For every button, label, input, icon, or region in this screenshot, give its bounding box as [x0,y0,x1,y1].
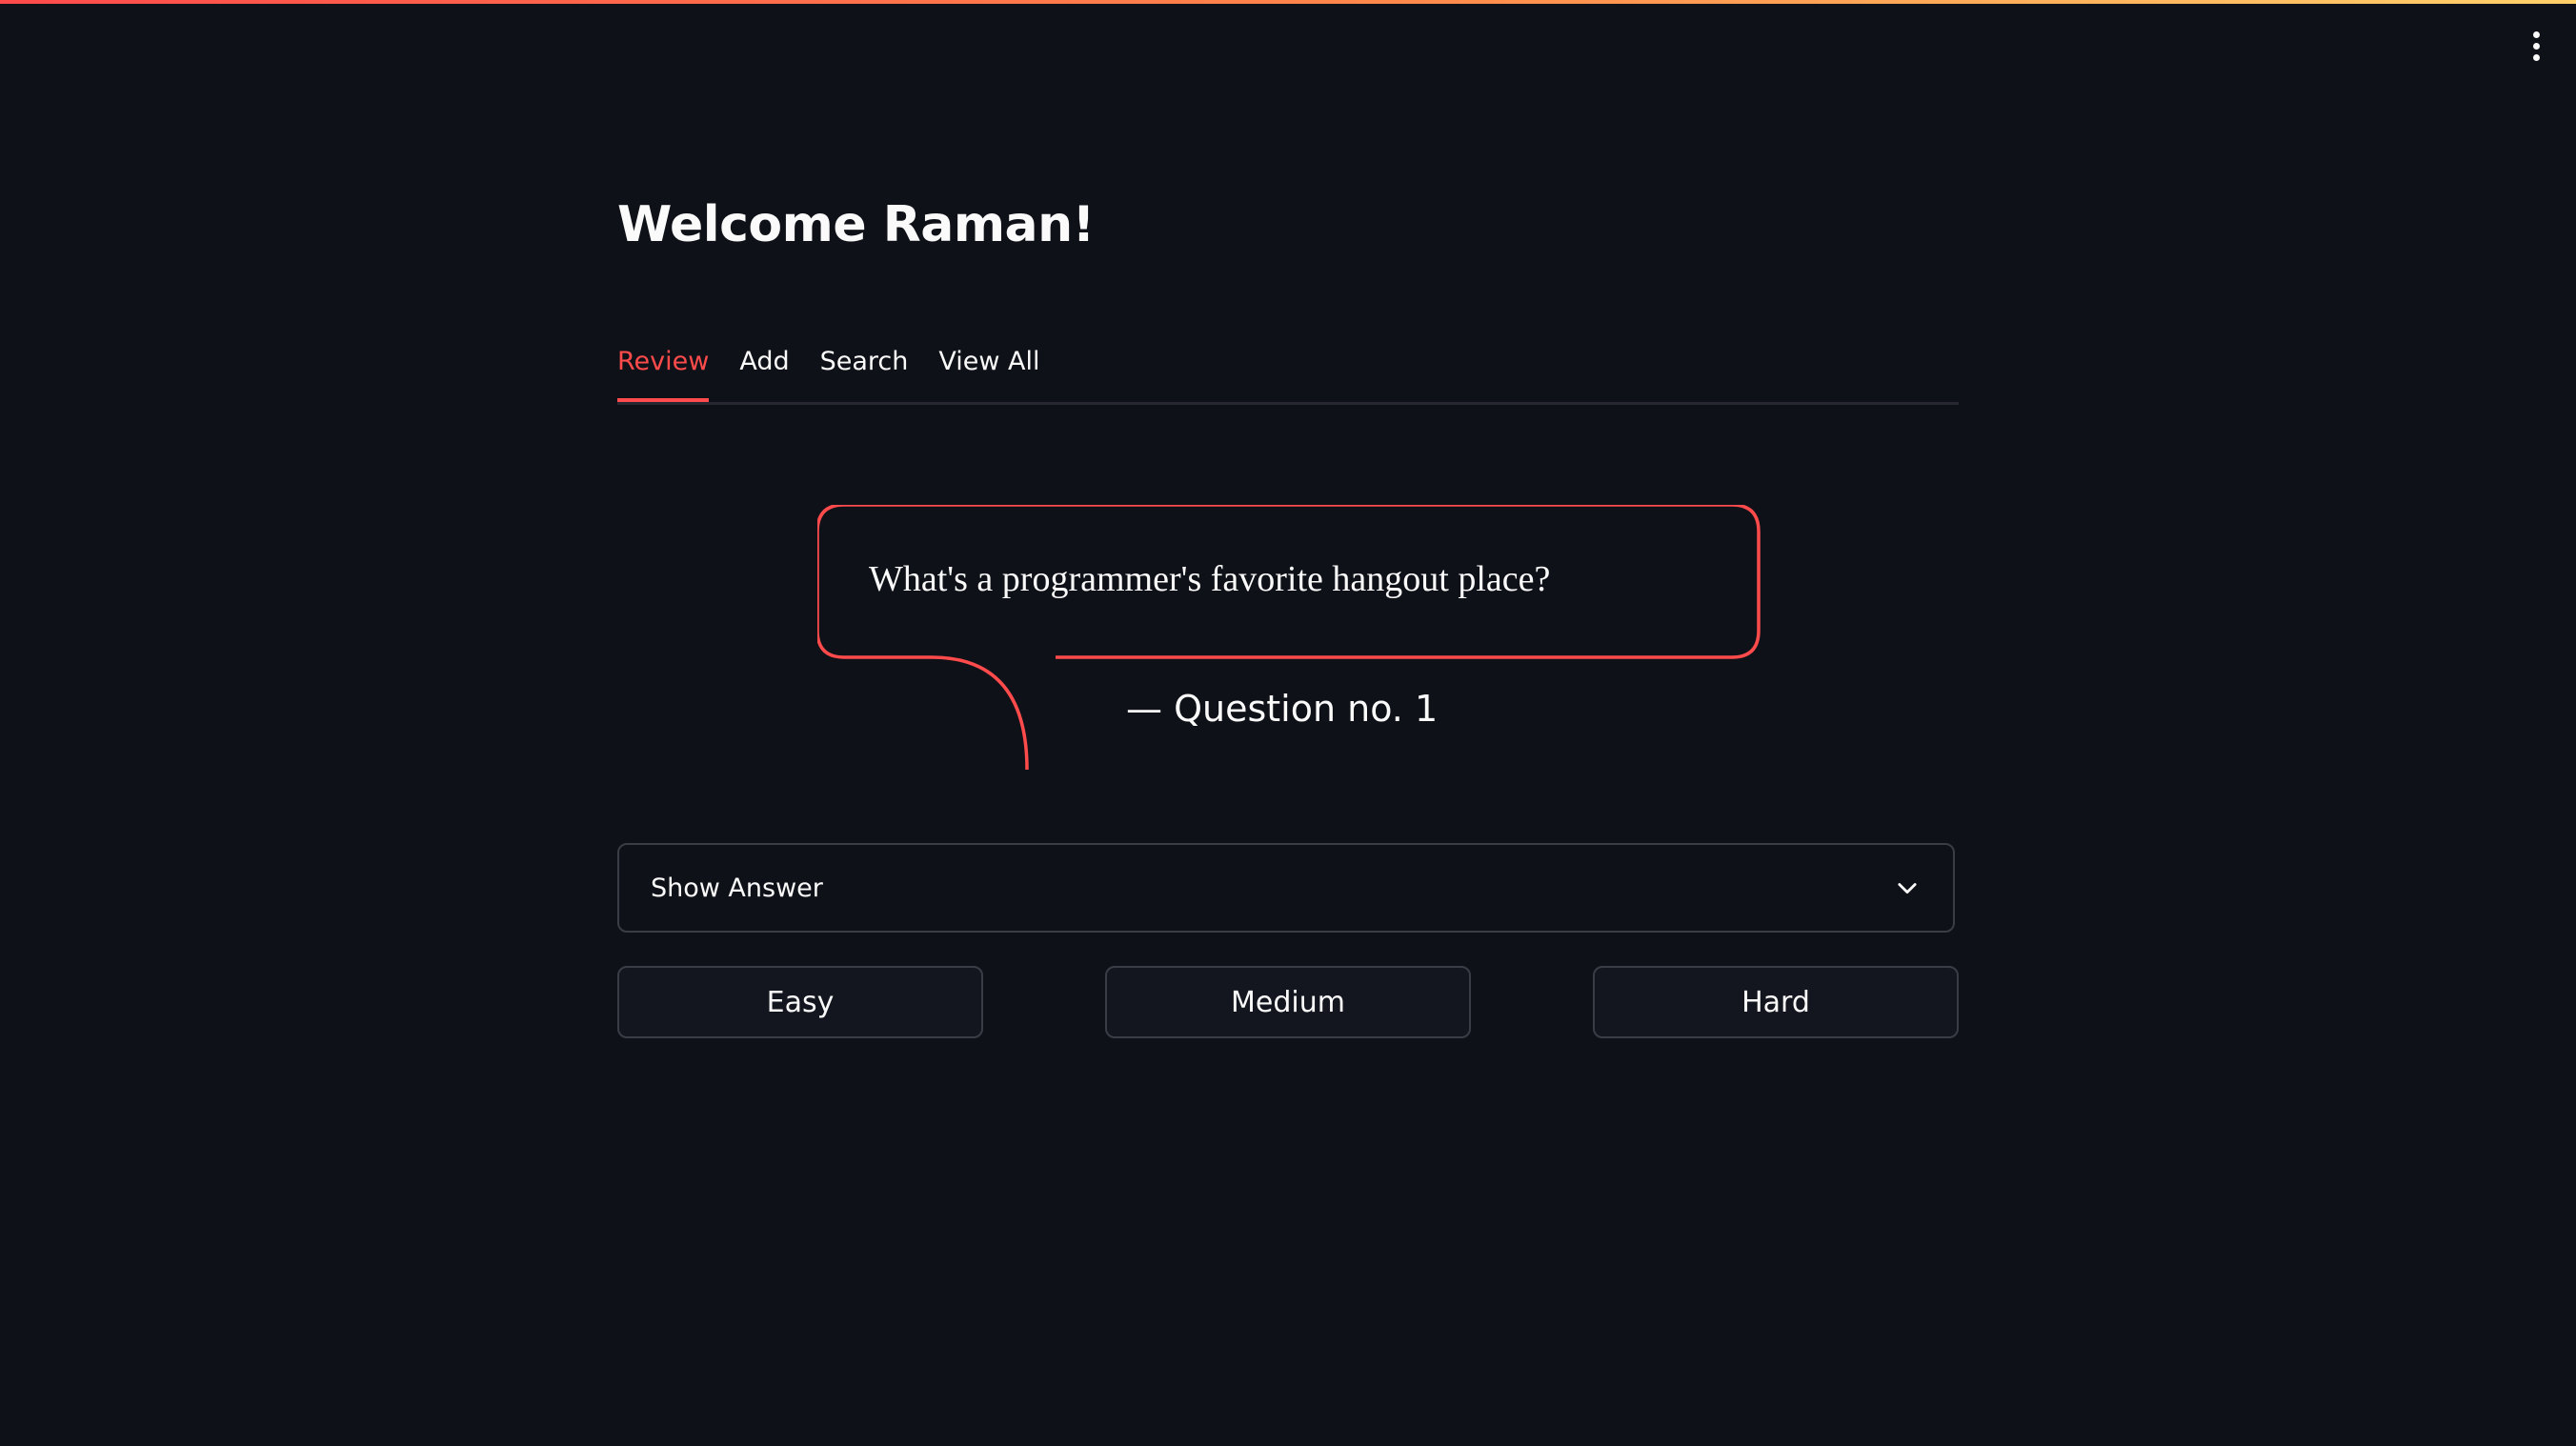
tab-add[interactable]: Add [739,343,789,399]
show-answer-expander[interactable]: Show Answer [617,843,1955,933]
top-decoration-bar [0,0,2576,4]
tab-review[interactable]: Review [617,343,710,402]
vertical-ellipsis-icon [2532,30,2540,38]
chevron-down-icon [1898,883,1917,894]
hard-button[interactable]: Hard [1593,966,1959,1038]
show-answer-label: Show Answer [651,873,823,903]
question-number-caption: — Question no. 1 [1126,688,1439,730]
medium-button[interactable]: Medium [1105,966,1471,1038]
question-text: What's a programmer's favorite hangout p… [869,559,1551,599]
main-menu-button[interactable] [2525,29,2547,63]
vertical-ellipsis-icon-dot [2532,42,2540,50]
tab-view-all[interactable]: View All [938,343,1039,399]
easy-button[interactable]: Easy [617,966,983,1038]
vertical-ellipsis-icon-dot [2532,53,2540,61]
page-title: Welcome Raman! [617,196,1095,253]
tab-bar: Review Add Search View All [617,343,1959,405]
difficulty-button-row: Easy Medium Hard [617,966,1959,1038]
tab-search[interactable]: Search [820,343,909,399]
speech-bubble-outline [817,505,1761,771]
